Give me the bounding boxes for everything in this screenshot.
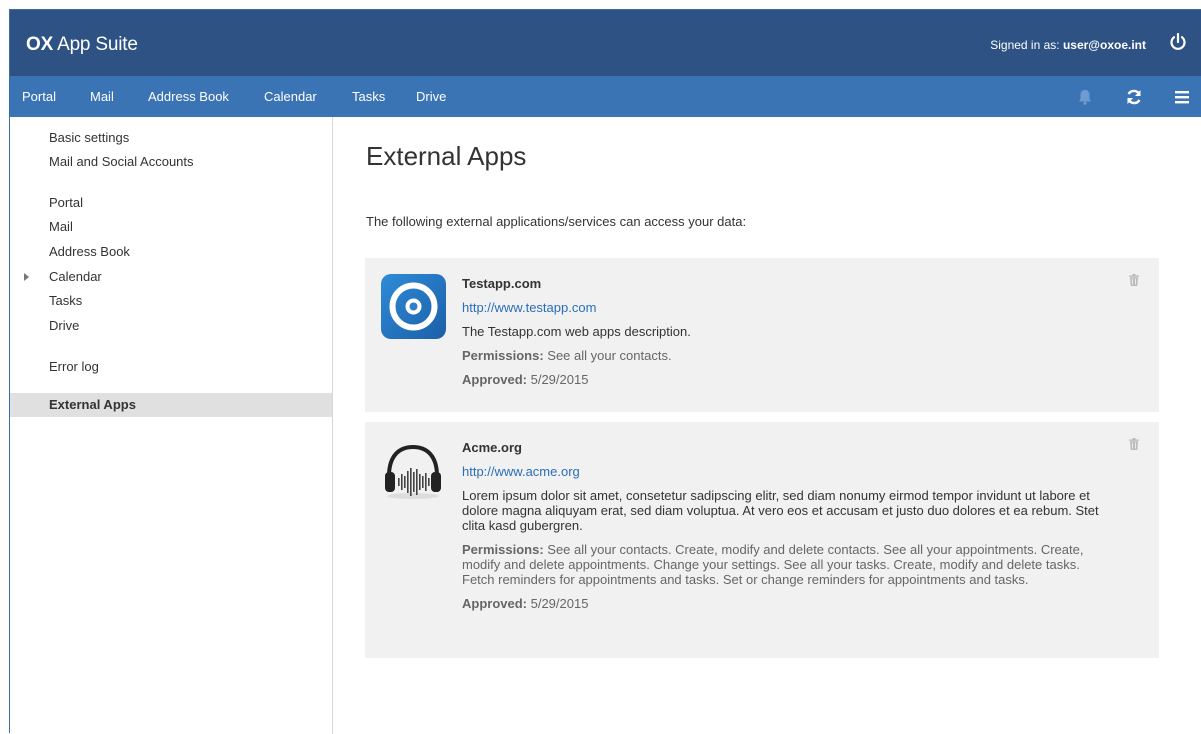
trash-icon[interactable] [1129, 274, 1139, 286]
app-description: Lorem ipsum dolor sit amet, consetetur s… [462, 488, 1099, 533]
sidebar-item-drive[interactable]: Drive [49, 318, 79, 333]
app-description: The Testapp.com web apps description. [462, 324, 691, 339]
approved-label: Approved: [462, 372, 527, 387]
app-card: Testapp.com http://www.testapp.com The T… [365, 258, 1159, 412]
bell-icon[interactable] [1075, 87, 1095, 107]
sidebar-item-tasks[interactable]: Tasks [49, 293, 82, 308]
app-url-link[interactable]: http://www.testapp.com [462, 300, 1102, 315]
app-approved: Approved: 5/29/2015 [462, 596, 1102, 611]
nav-address-book[interactable]: Address Book [148, 89, 229, 104]
sidebar-item-mail-social-accounts[interactable]: Mail and Social Accounts [49, 154, 194, 169]
caret-right-icon[interactable] [24, 273, 29, 281]
logo-ox: OX [26, 34, 54, 55]
nav-mail[interactable]: Mail [90, 89, 114, 104]
app-url-link[interactable]: http://www.acme.org [462, 464, 1102, 479]
app-approved: Approved: 5/29/2015 [462, 372, 1102, 387]
main-nav: Portal Mail Address Book Calendar Tasks … [10, 76, 1201, 117]
logo-text: App Suite [53, 34, 138, 55]
power-icon[interactable] [1168, 32, 1188, 52]
sidebar-item-mail[interactable]: Mail [49, 219, 73, 234]
settings-sidebar: Basic settings Mail and Social Accounts … [10, 117, 333, 734]
nav-drive[interactable]: Drive [416, 89, 446, 104]
refresh-icon[interactable] [1124, 87, 1144, 107]
sidebar-item-error-log[interactable]: Error log [49, 359, 99, 374]
sidebar-item-address-book[interactable]: Address Book [49, 244, 130, 259]
signed-in-info: Signed in as: user@oxoe.int [990, 38, 1146, 52]
app-details: Acme.org http://www.acme.org Lorem ipsum… [462, 440, 1102, 611]
nav-tasks[interactable]: Tasks [352, 89, 385, 104]
signed-in-label: Signed in as: [990, 38, 1063, 52]
approved-label: Approved: [462, 596, 527, 611]
nav-calendar[interactable]: Calendar [264, 89, 317, 104]
app-name: Acme.org [462, 440, 522, 455]
app-window: OX App Suite Signed in as: user@oxoe.int… [9, 9, 1201, 734]
page-title: External Apps [366, 141, 527, 171]
menu-icon[interactable] [1172, 87, 1192, 107]
signed-in-user: user@oxoe.int [1062, 38, 1146, 52]
sidebar-item-external-apps[interactable]: External Apps [10, 393, 332, 417]
app-logo[interactable]: OX App Suite [26, 34, 138, 56]
top-bar: OX App Suite Signed in as: user@oxoe.int [10, 10, 1201, 76]
nav-portal[interactable]: Portal [22, 89, 56, 104]
permissions-label: Permissions: [462, 542, 544, 557]
approved-date: 5/29/2015 [527, 372, 589, 387]
sidebar-item-label: External Apps [49, 397, 136, 412]
sidebar-item-calendar[interactable]: Calendar [49, 269, 102, 284]
sidebar-item-basic-settings[interactable]: Basic settings [49, 130, 129, 145]
testapp-logo [381, 274, 446, 339]
permissions-label: Permissions: [462, 348, 544, 363]
app-card: Acme.org http://www.acme.org Lorem ipsum… [365, 422, 1159, 658]
main-content: External Apps The following external app… [334, 117, 1201, 734]
acme-headphones-logo [385, 444, 441, 499]
intro-text: The following external applications/serv… [366, 214, 747, 229]
approved-date: 5/29/2015 [527, 596, 589, 611]
app-permissions: Permissions: See all your contacts. Crea… [462, 542, 1102, 587]
sidebar-item-portal[interactable]: Portal [49, 195, 83, 210]
trash-icon[interactable] [1129, 438, 1139, 450]
permissions-text: See all your contacts. [543, 348, 672, 363]
app-name: Testapp.com [462, 276, 542, 291]
app-details: Testapp.com http://www.testapp.com The T… [462, 276, 1102, 387]
app-permissions: Permissions: See all your contacts. [462, 348, 1102, 363]
permissions-text: See all your contacts. Create, modify an… [462, 542, 1084, 587]
